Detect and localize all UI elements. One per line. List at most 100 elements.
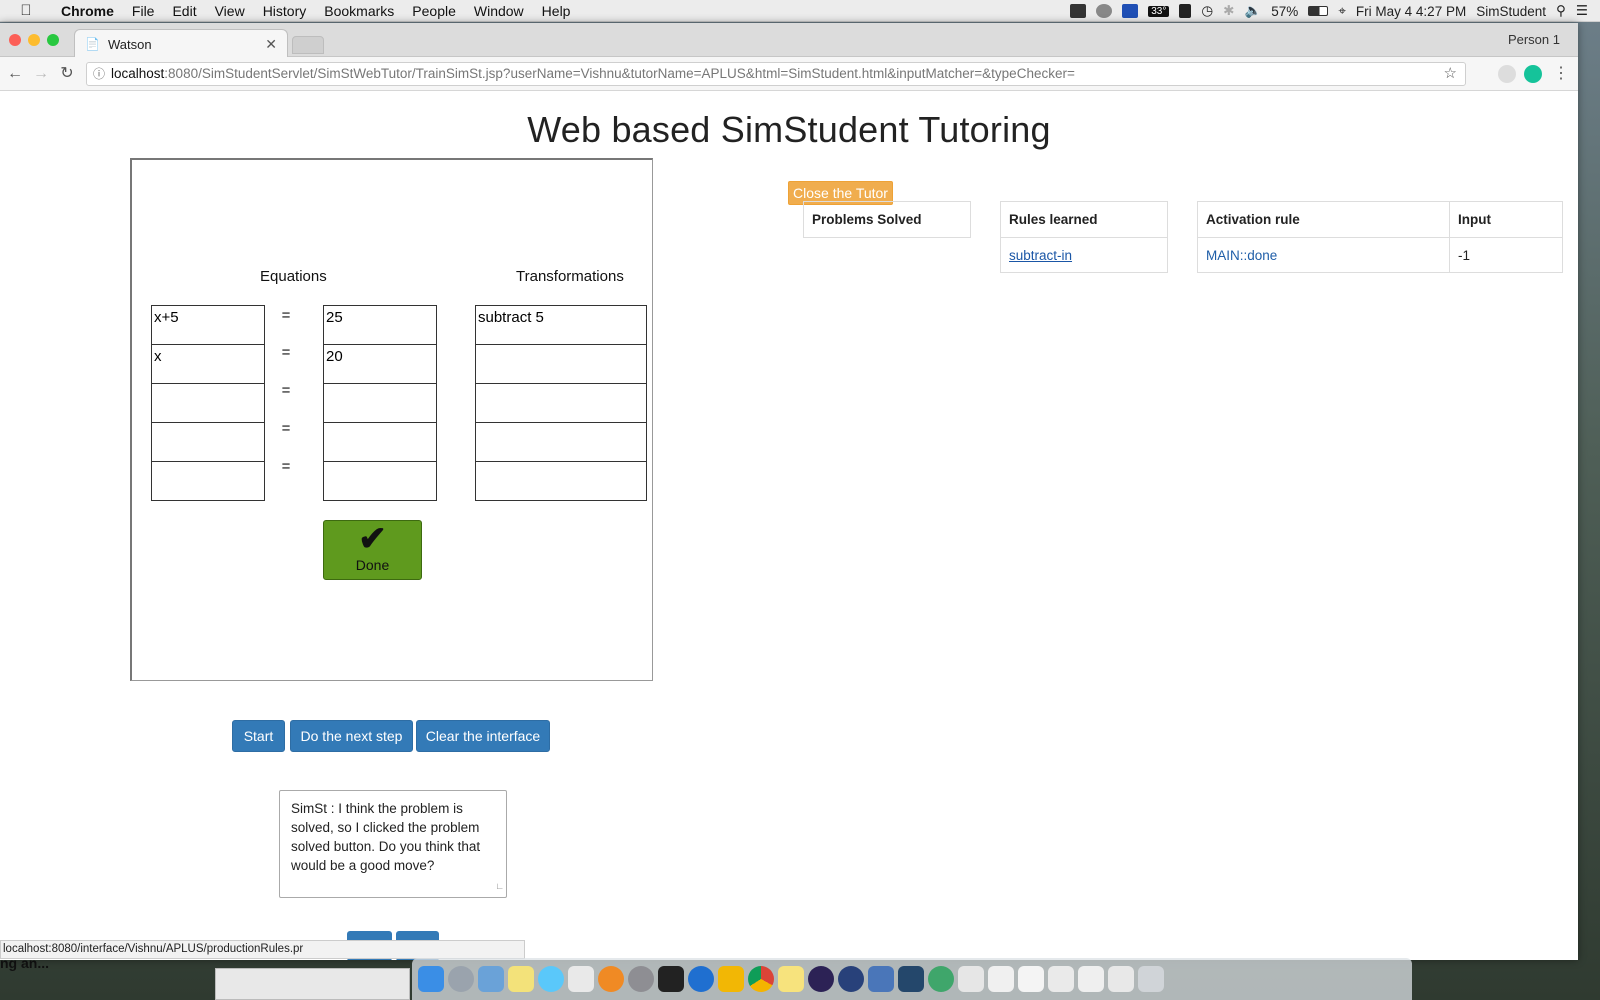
menu-window[interactable]: Window	[465, 3, 533, 19]
notification-center-icon[interactable]: ☰	[1576, 3, 1588, 19]
equation-right-cell[interactable]: 20	[323, 344, 437, 384]
stickies-icon[interactable]	[778, 966, 804, 992]
input-header: Input	[1449, 201, 1563, 238]
problems-solved-table: Problems Solved	[803, 201, 971, 238]
new-tab-button[interactable]	[292, 36, 324, 54]
transformation-cell[interactable]	[475, 344, 647, 384]
activation-rule-link[interactable]: MAIN::done	[1206, 248, 1277, 263]
cloud-icon[interactable]	[1096, 4, 1113, 18]
equals-sign: =	[281, 420, 291, 437]
url-host: localhost	[111, 66, 165, 81]
document-icon[interactable]	[988, 966, 1014, 992]
teamviewer-dock-icon[interactable]	[688, 966, 714, 992]
simstudent-message-box[interactable]: SimSt : I think the problem is solved, s…	[279, 790, 507, 898]
bluetooth-icon[interactable]: ✱	[1223, 3, 1234, 19]
menu-people[interactable]: People	[403, 3, 465, 19]
grammarly-icon[interactable]	[1524, 65, 1542, 83]
rule-link[interactable]: subtract-in	[1009, 248, 1072, 263]
start-button[interactable]: Start	[232, 720, 285, 752]
messages-icon[interactable]	[538, 966, 564, 992]
eclipse-icon[interactable]	[808, 966, 834, 992]
teamviewer-icon[interactable]	[1122, 4, 1139, 18]
preview-icon[interactable]	[478, 966, 504, 992]
sourcetree-icon[interactable]	[928, 966, 954, 992]
trash-icon[interactable]	[1138, 966, 1164, 992]
equation-right-cell[interactable]	[323, 422, 437, 462]
forward-arrow-icon[interactable]: →	[30, 63, 52, 85]
spotlight-search-icon[interactable]: ⚲	[1556, 3, 1566, 19]
equation-left-cell[interactable]	[151, 422, 265, 462]
equation-right-cell[interactable]	[323, 461, 437, 501]
transformation-cell[interactable]	[475, 461, 647, 501]
apple-menu-icon[interactable]: 	[0, 2, 52, 19]
tab-watson[interactable]: 📄 Watson ✕	[74, 29, 288, 58]
tab-strip: 📄 Watson ✕ Person 1	[0, 23, 1578, 58]
equation-right-cell[interactable]	[323, 383, 437, 423]
status-bar-url: localhost:8080/interface/Vishnu/APLUS/pr…	[0, 940, 525, 959]
window-close-icon[interactable]	[9, 34, 21, 46]
system-preferences-icon[interactable]	[628, 966, 654, 992]
equation-left-cell[interactable]: x+5	[151, 305, 265, 345]
time-machine-icon[interactable]: ◷	[1201, 3, 1213, 19]
battery-icon[interactable]	[1308, 6, 1329, 16]
transformation-cell[interactable]	[475, 383, 647, 423]
document-icon[interactable]	[1018, 966, 1044, 992]
menu-history[interactable]: History	[254, 3, 316, 19]
menu-help[interactable]: Help	[533, 3, 580, 19]
document-icon[interactable]	[1078, 966, 1104, 992]
page-favicon-icon: 📄	[85, 37, 100, 51]
java-icon[interactable]	[958, 966, 984, 992]
launchpad-icon[interactable]	[448, 966, 474, 992]
document-icon[interactable]	[1048, 966, 1074, 992]
filezilla-icon[interactable]	[718, 966, 744, 992]
equals-sign: =	[281, 307, 291, 324]
notes-icon[interactable]	[508, 966, 534, 992]
menu-edit[interactable]: Edit	[163, 3, 205, 19]
clear-interface-button[interactable]: Clear the interface	[416, 720, 550, 752]
back-arrow-icon[interactable]: ←	[4, 63, 26, 85]
dropbox-icon[interactable]	[1070, 4, 1087, 18]
menu-view[interactable]: View	[206, 3, 254, 19]
terminal-icon[interactable]	[658, 966, 684, 992]
menu-app-name[interactable]: Chrome	[52, 3, 123, 19]
equals-sign: =	[281, 382, 291, 399]
equation-right-cell[interactable]: 25	[323, 305, 437, 345]
done-button[interactable]: ✔ Done	[323, 520, 422, 580]
menubar-user[interactable]: SimStudent	[1476, 4, 1546, 19]
chrome-icon[interactable]	[748, 966, 774, 992]
menu-file[interactable]: File	[123, 3, 164, 19]
temperature-badge[interactable]: 33°	[1148, 5, 1170, 17]
profile-button[interactable]: Person 1	[1508, 32, 1560, 47]
chrome-menu-icon[interactable]: ⋮	[1550, 63, 1572, 85]
reload-icon[interactable]: ↻	[56, 63, 78, 85]
ibooks-icon[interactable]	[598, 966, 624, 992]
next-step-button[interactable]: Do the next step	[290, 720, 413, 752]
equation-left-cell[interactable]	[151, 461, 265, 501]
equation-left-cell[interactable]	[151, 383, 265, 423]
bookmark-star-icon[interactable]: ☆	[1444, 63, 1457, 85]
document-icon[interactable]	[1108, 966, 1134, 992]
extension-icon[interactable]	[1498, 65, 1516, 83]
adobe-icon[interactable]	[1179, 4, 1192, 18]
mysql-workbench-icon[interactable]	[898, 966, 924, 992]
site-info-icon[interactable]: ⓘ	[93, 63, 105, 85]
menu-bookmarks[interactable]: Bookmarks	[315, 3, 403, 19]
transformation-cell[interactable]: subtract 5	[475, 305, 647, 345]
transformation-cell[interactable]	[475, 422, 647, 462]
resize-grip-icon[interactable]: ∟	[495, 877, 504, 896]
equals-sign: =	[281, 458, 291, 475]
address-bar[interactable]: ⓘ localhost:8080/SimStudentServlet/SimSt…	[86, 62, 1466, 86]
window-zoom-icon[interactable]	[47, 34, 59, 46]
quicktime-icon[interactable]	[838, 966, 864, 992]
checkmark-icon: ✔	[358, 520, 387, 558]
battery-percent[interactable]: 57%	[1271, 4, 1298, 19]
tab-close-icon[interactable]: ✕	[265, 36, 277, 53]
volume-icon[interactable]: 🔈	[1244, 3, 1261, 19]
window-minimize-icon[interactable]	[28, 34, 40, 46]
finder-icon[interactable]	[418, 966, 444, 992]
photos-icon[interactable]	[568, 966, 594, 992]
wifi-icon[interactable]: ⌖	[1338, 3, 1346, 19]
equation-left-cell[interactable]: x	[151, 344, 265, 384]
menubar-clock[interactable]: Fri May 4 4:27 PM	[1356, 4, 1466, 19]
wordpress-icon[interactable]	[868, 966, 894, 992]
